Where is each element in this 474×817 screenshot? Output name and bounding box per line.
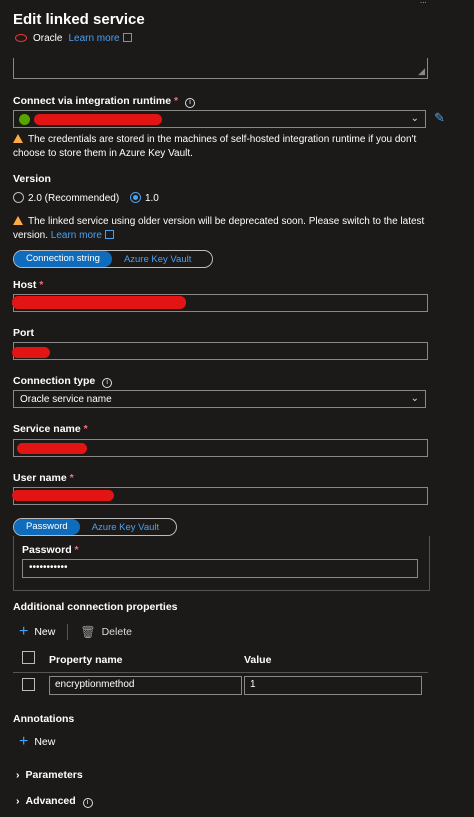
required-mark: * xyxy=(69,472,74,484)
required-mark: * xyxy=(83,423,88,435)
host-label: Host xyxy=(13,279,37,291)
description-textarea[interactable]: ◢ xyxy=(13,58,428,79)
delete-property-button[interactable]: 🗑 Delete xyxy=(80,625,132,639)
external-link-icon xyxy=(122,33,132,42)
required-mark: * xyxy=(174,95,179,107)
chevron-down-icon: ⌄ xyxy=(410,113,419,124)
service-type-label: Oracle xyxy=(33,32,63,44)
add-property-button[interactable]: + New xyxy=(19,623,55,641)
property-name-input[interactable]: encryptionmethod xyxy=(49,676,242,695)
warning-icon xyxy=(13,216,23,225)
version-options: 2.0 (Recommended) 1.0 xyxy=(13,190,159,204)
password-label: Password xyxy=(22,544,72,556)
chevron-down-icon: ⌄ xyxy=(410,393,419,404)
new-label: New xyxy=(34,626,56,638)
host-label-row: Host * xyxy=(13,279,43,291)
page-title: Edit linked service xyxy=(13,11,145,28)
version-option-2[interactable]: 2.0 (Recommended) xyxy=(13,192,119,204)
runtime-label: Connect via integration runtime xyxy=(13,95,172,107)
toolbar-divider xyxy=(67,624,69,640)
chevron-right-icon: › xyxy=(16,769,20,781)
azure-key-vault-tab[interactable]: Azure Key Vault xyxy=(112,254,203,265)
connection-type-select[interactable]: Oracle service name ⌄ xyxy=(13,390,426,408)
parameters-label: Parameters xyxy=(25,769,83,781)
connection-type-label: Connection type xyxy=(13,375,96,387)
check-icon xyxy=(19,114,30,125)
value-column-header: Value xyxy=(244,654,272,666)
annotation-new-label: New xyxy=(34,736,56,748)
required-mark: * xyxy=(39,279,44,291)
runtime-label-row: Connect via integration runtime * i xyxy=(13,95,196,108)
user-name-input[interactable] xyxy=(12,487,428,505)
password-azure-key-vault-tab[interactable]: Azure Key Vault xyxy=(80,522,171,533)
version-option-1[interactable]: 1.0 xyxy=(129,192,159,204)
version-warning: The linked service using older version w… xyxy=(13,215,433,243)
redacted-user-name xyxy=(12,490,114,501)
edit-pencil-icon[interactable]: ✎ xyxy=(434,110,445,126)
warning-icon xyxy=(13,134,23,143)
advanced-label: Advanced xyxy=(25,795,76,807)
select-all-checkbox[interactable] xyxy=(22,651,35,664)
password-input[interactable]: ••••••••••• xyxy=(22,559,418,578)
row-checkbox[interactable] xyxy=(22,678,35,691)
redacted-service-name xyxy=(17,443,87,454)
runtime-warning-text: The credentials are stored in the machin… xyxy=(13,134,417,159)
port-input[interactable] xyxy=(12,342,428,360)
property-value-input[interactable]: 1 xyxy=(244,676,422,695)
redacted-runtime-name xyxy=(34,114,162,125)
oracle-icon xyxy=(15,34,27,42)
connection-type-label-row: Connection type i xyxy=(13,375,113,388)
runtime-warning: The credentials are stored in the machin… xyxy=(13,133,433,161)
user-name-label: User name xyxy=(13,472,67,484)
trash-icon: 🗑 xyxy=(80,625,96,639)
additional-properties-label: Additional connection properties xyxy=(13,601,178,613)
auth-method-toggle[interactable]: Connection string Azure Key Vault xyxy=(13,250,213,268)
add-annotation-button[interactable]: + New xyxy=(19,733,55,751)
port-label: Port xyxy=(13,327,34,339)
external-link-icon xyxy=(104,230,114,239)
password-method-toggle[interactable]: Password Azure Key Vault xyxy=(13,518,177,536)
service-type-row: Oracle Learn more xyxy=(15,32,132,44)
advanced-expander[interactable]: › Advanced i xyxy=(16,795,93,808)
runtime-select[interactable]: ⌄ xyxy=(13,110,426,128)
property-name-column-header: Property name xyxy=(49,654,123,666)
host-input[interactable] xyxy=(12,294,428,312)
info-icon[interactable]: i xyxy=(102,378,113,388)
service-name-label-row: Service name * xyxy=(13,423,88,435)
redacted-port xyxy=(12,347,50,358)
info-icon[interactable]: i xyxy=(82,798,93,808)
annotations-label: Annotations xyxy=(13,713,75,725)
plus-icon: + xyxy=(19,733,29,750)
service-name-label: Service name xyxy=(13,423,81,435)
learn-more-link[interactable]: Learn more xyxy=(68,32,132,44)
radio-selected-icon xyxy=(129,192,141,203)
resize-handle-icon[interactable]: ◢ xyxy=(418,66,425,77)
parameters-expander[interactable]: › Parameters xyxy=(16,769,83,781)
password-tab[interactable]: Password xyxy=(14,519,80,535)
redacted-host xyxy=(12,296,186,309)
user-name-label-row: User name * xyxy=(13,472,74,484)
additional-toolbar: + New 🗑 Delete xyxy=(19,623,132,641)
service-name-input[interactable] xyxy=(13,439,428,457)
version-label: Version xyxy=(13,173,51,185)
table-row: encryptionmethod 1 xyxy=(13,672,428,702)
connection-string-tab[interactable]: Connection string xyxy=(14,251,112,267)
chevron-right-icon: › xyxy=(16,795,20,807)
connection-type-value: Oracle service name xyxy=(20,394,112,405)
info-icon[interactable]: i xyxy=(185,98,196,108)
top-corner-text: ... xyxy=(420,0,427,5)
plus-icon: + xyxy=(19,623,29,640)
version-learn-more-link[interactable]: Learn more xyxy=(51,230,114,241)
radio-icon xyxy=(13,192,24,203)
password-label-row: Password * xyxy=(22,544,79,556)
required-mark: * xyxy=(74,544,79,556)
delete-label: Delete xyxy=(101,626,132,638)
